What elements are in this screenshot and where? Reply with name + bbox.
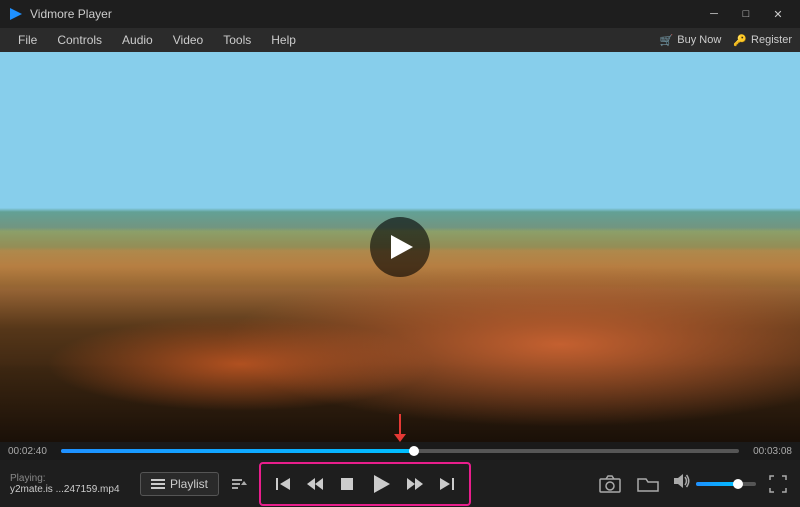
folder-button[interactable]	[634, 470, 662, 498]
menubar: File Controls Audio Video Tools Help 🛒 B…	[0, 28, 800, 52]
menu-controls[interactable]: Controls	[47, 28, 112, 52]
app-logo	[8, 6, 24, 22]
volume-track[interactable]	[696, 482, 756, 486]
video-area[interactable]	[0, 52, 800, 442]
playlist-button[interactable]: Playlist	[140, 472, 219, 496]
skip-prev-button[interactable]	[269, 470, 297, 498]
controls-bar: Playing: y2mate.is ...247159.mp4 Playlis…	[0, 460, 800, 507]
menu-help[interactable]: Help	[261, 28, 306, 52]
screenshot-button[interactable]	[596, 470, 624, 498]
indicator-line	[399, 414, 401, 434]
time-current: 00:02:40	[8, 446, 53, 457]
progress-thumb[interactable]	[409, 446, 419, 456]
playing-filename: y2mate.is ...247159.mp4	[10, 484, 130, 495]
titlebar: Vidmore Player ─ □ ✕	[0, 0, 800, 28]
volume-thumb[interactable]	[733, 479, 743, 489]
menu-file[interactable]: File	[8, 28, 47, 52]
app-title: Vidmore Player	[30, 7, 700, 21]
progress-area: 00:02:40 00:03:08	[0, 442, 800, 460]
time-total: 00:03:08	[747, 446, 792, 457]
close-button[interactable]: ✕	[764, 0, 792, 28]
play-button[interactable]	[365, 468, 397, 500]
volume-section	[672, 472, 756, 495]
right-controls	[596, 470, 790, 498]
window-controls: ─ □ ✕	[700, 0, 792, 28]
list-sort-icon[interactable]	[229, 474, 249, 494]
volume-fill	[696, 482, 738, 486]
menubar-right: 🛒 Buy Now 🔑 Register	[660, 34, 792, 47]
maximize-button[interactable]: □	[732, 0, 760, 28]
transport-controls	[259, 462, 471, 506]
playlist-icon	[151, 479, 165, 489]
stop-button[interactable]	[333, 470, 361, 498]
progress-track[interactable]	[61, 449, 739, 453]
register-button[interactable]: 🔑 Register	[733, 34, 792, 47]
volume-icon[interactable]	[672, 472, 690, 495]
playing-label: Playing:	[10, 473, 130, 484]
key-icon: 🔑	[733, 34, 747, 47]
menu-audio[interactable]: Audio	[112, 28, 163, 52]
rewind-button[interactable]	[301, 470, 329, 498]
cart-icon: 🛒	[660, 34, 674, 47]
playlist-label: Playlist	[170, 477, 208, 491]
playing-info: Playing: y2mate.is ...247159.mp4	[10, 473, 130, 495]
skip-next-button[interactable]	[433, 470, 461, 498]
menu-video[interactable]: Video	[163, 28, 213, 52]
buy-now-button[interactable]: 🛒 Buy Now	[660, 34, 722, 47]
fullscreen-button[interactable]	[766, 472, 790, 496]
menu-tools[interactable]: Tools	[213, 28, 261, 52]
indicator-arrowhead	[394, 434, 406, 442]
fast-forward-button[interactable]	[401, 470, 429, 498]
play-overlay-button[interactable]	[370, 217, 430, 277]
progress-fill	[61, 449, 414, 453]
position-indicator	[394, 414, 406, 442]
minimize-button[interactable]: ─	[700, 0, 728, 28]
